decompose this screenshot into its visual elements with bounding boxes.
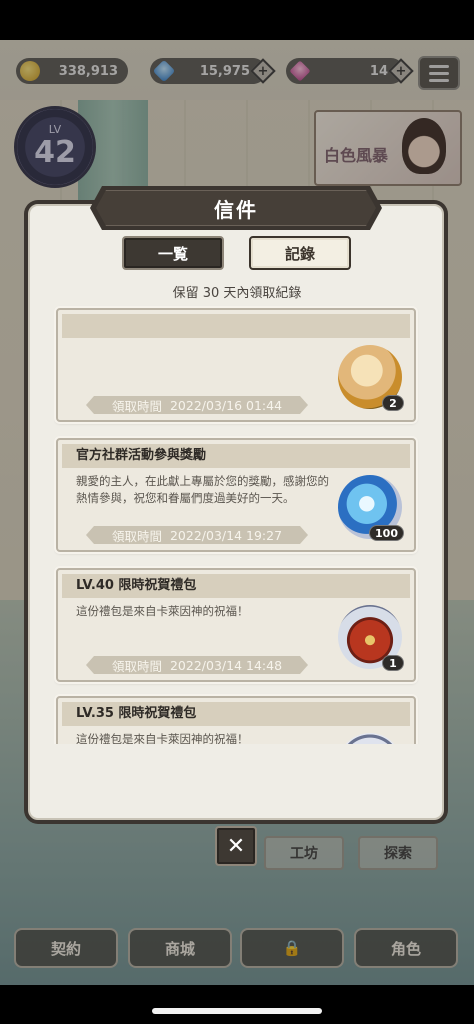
- reward-item[interactable]: 1: [338, 605, 404, 671]
- mail-body: 這份禮包是來自卡萊因神的祝福！: [76, 604, 249, 618]
- mail-title: 官方社群活動參與獎勵: [62, 444, 410, 468]
- mail-item[interactable]: 官方社群活動參與獎勵 親愛的主人，在此獻上專屬於您的獎勵，感謝您的熱情參與，祝您…: [56, 438, 416, 552]
- reward-quantity: 100: [369, 525, 404, 541]
- mail-title: LV.35 限時祝賀禮包: [62, 702, 410, 726]
- mail-body: 這份禮包是來自卡萊因神的祝福！: [76, 732, 249, 744]
- reward-item[interactable]: 100: [338, 475, 404, 541]
- claim-time: 領取時間 2022/03/14 14:48: [86, 656, 308, 674]
- tab-inbox[interactable]: 一覧: [122, 236, 224, 270]
- mail-list[interactable]: 領取時間 2022/03/16 01:44 2 官方社群活動參與獎勵 親愛的主人，…: [54, 304, 420, 744]
- claim-time: 領取時間 2022/03/14 19:27: [86, 526, 308, 544]
- system-bar: [0, 985, 474, 1024]
- retention-note: 保留 30 天內領取紀錄: [172, 286, 302, 301]
- close-icon: ✕: [226, 833, 246, 859]
- tab-history[interactable]: 記錄: [249, 236, 351, 270]
- mail-title: [62, 314, 410, 338]
- mail-item[interactable]: LV.40 限時祝賀禮包 這份禮包是來自卡萊因神的祝福！ 領取時間 2022/03…: [56, 568, 416, 682]
- home-indicator[interactable]: [152, 1008, 322, 1014]
- dialog-title: 信件: [214, 197, 258, 222]
- reward-icon: [338, 733, 402, 744]
- mail-body: 親愛的主人，在此獻上專屬於您的獎勵，感謝您的熱情參與，祝您和眷屬們度過美好的一天…: [76, 474, 329, 505]
- claim-time: 領取時間 2022/03/16 01:44: [86, 396, 308, 414]
- dialog-title-plate: 信件: [90, 186, 382, 230]
- reward-item[interactable]: [338, 733, 402, 744]
- reward-item[interactable]: 2: [338, 345, 404, 411]
- mail-item[interactable]: 領取時間 2022/03/16 01:44 2: [56, 308, 416, 422]
- mail-title: LV.40 限時祝賀禮包: [62, 574, 410, 598]
- mail-item[interactable]: LV.35 限時祝賀禮包 這份禮包是來自卡萊因神的祝福！: [56, 696, 416, 744]
- reward-quantity: 2: [382, 395, 404, 411]
- reward-quantity: 1: [382, 655, 404, 671]
- close-button[interactable]: ✕: [215, 826, 257, 866]
